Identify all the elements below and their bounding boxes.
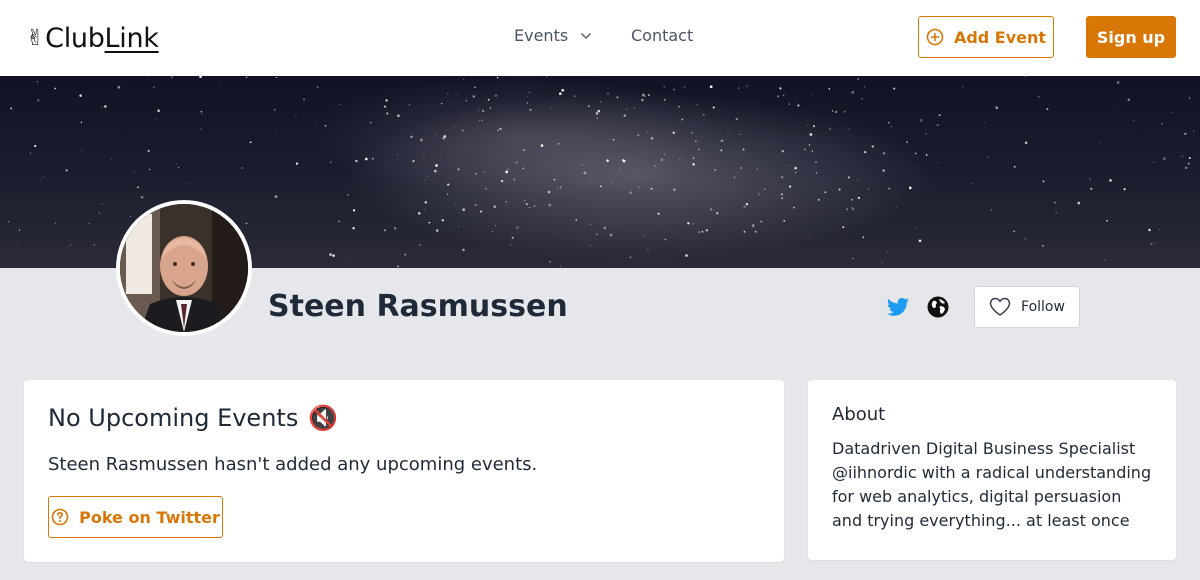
nav-events-label: Events — [514, 26, 569, 45]
muted-speaker-icon: 🔇 — [308, 404, 339, 432]
nav-contact-link[interactable]: Contact — [631, 26, 693, 45]
clublink-logo[interactable]: ✌ Club Link — [26, 22, 159, 54]
poke-on-twitter-button[interactable]: Poke on Twitter — [48, 496, 223, 538]
question-circle-icon — [51, 508, 69, 526]
no-events-message: Steen Rasmussen hasn't added any upcomin… — [48, 454, 538, 475]
add-event-label: Add Event — [953, 27, 1047, 47]
nav-events-dropdown[interactable]: Events — [514, 26, 592, 45]
plus-circle-icon — [926, 28, 944, 46]
poke-label: Poke on Twitter — [79, 507, 220, 527]
events-title-text: No Upcoming Events — [48, 404, 299, 432]
heart-icon — [989, 297, 1011, 316]
follow-label: Follow — [1021, 299, 1065, 315]
events-card-title: No Upcoming Events 🔇 — [48, 404, 338, 432]
victory-hand-icon: ✌ — [26, 25, 45, 51]
logo-text-link: Link — [104, 22, 159, 54]
upcoming-events-card: No Upcoming Events 🔇 Steen Rasmussen has… — [24, 380, 784, 562]
add-event-button[interactable]: Add Event — [918, 16, 1054, 58]
profile-name: Steen Rasmussen — [268, 289, 568, 324]
top-navigation-bar: ✌ Club Link Events Contact Add Event Sig… — [0, 0, 1200, 76]
logo-text-club: Club — [45, 22, 105, 54]
chevron-down-icon — [581, 32, 591, 39]
twitter-icon[interactable] — [886, 295, 910, 319]
globe-icon[interactable] — [926, 295, 950, 319]
avatar-photo — [120, 204, 248, 332]
about-text: Datadriven Digital Business Specialist @… — [832, 439, 1152, 530]
about-title: About — [832, 404, 886, 425]
sign-up-button[interactable]: Sign up — [1086, 16, 1176, 58]
follow-button[interactable]: Follow — [974, 286, 1080, 328]
about-card: About Datadriven Digital Business Specia… — [808, 380, 1176, 560]
avatar — [116, 200, 252, 336]
